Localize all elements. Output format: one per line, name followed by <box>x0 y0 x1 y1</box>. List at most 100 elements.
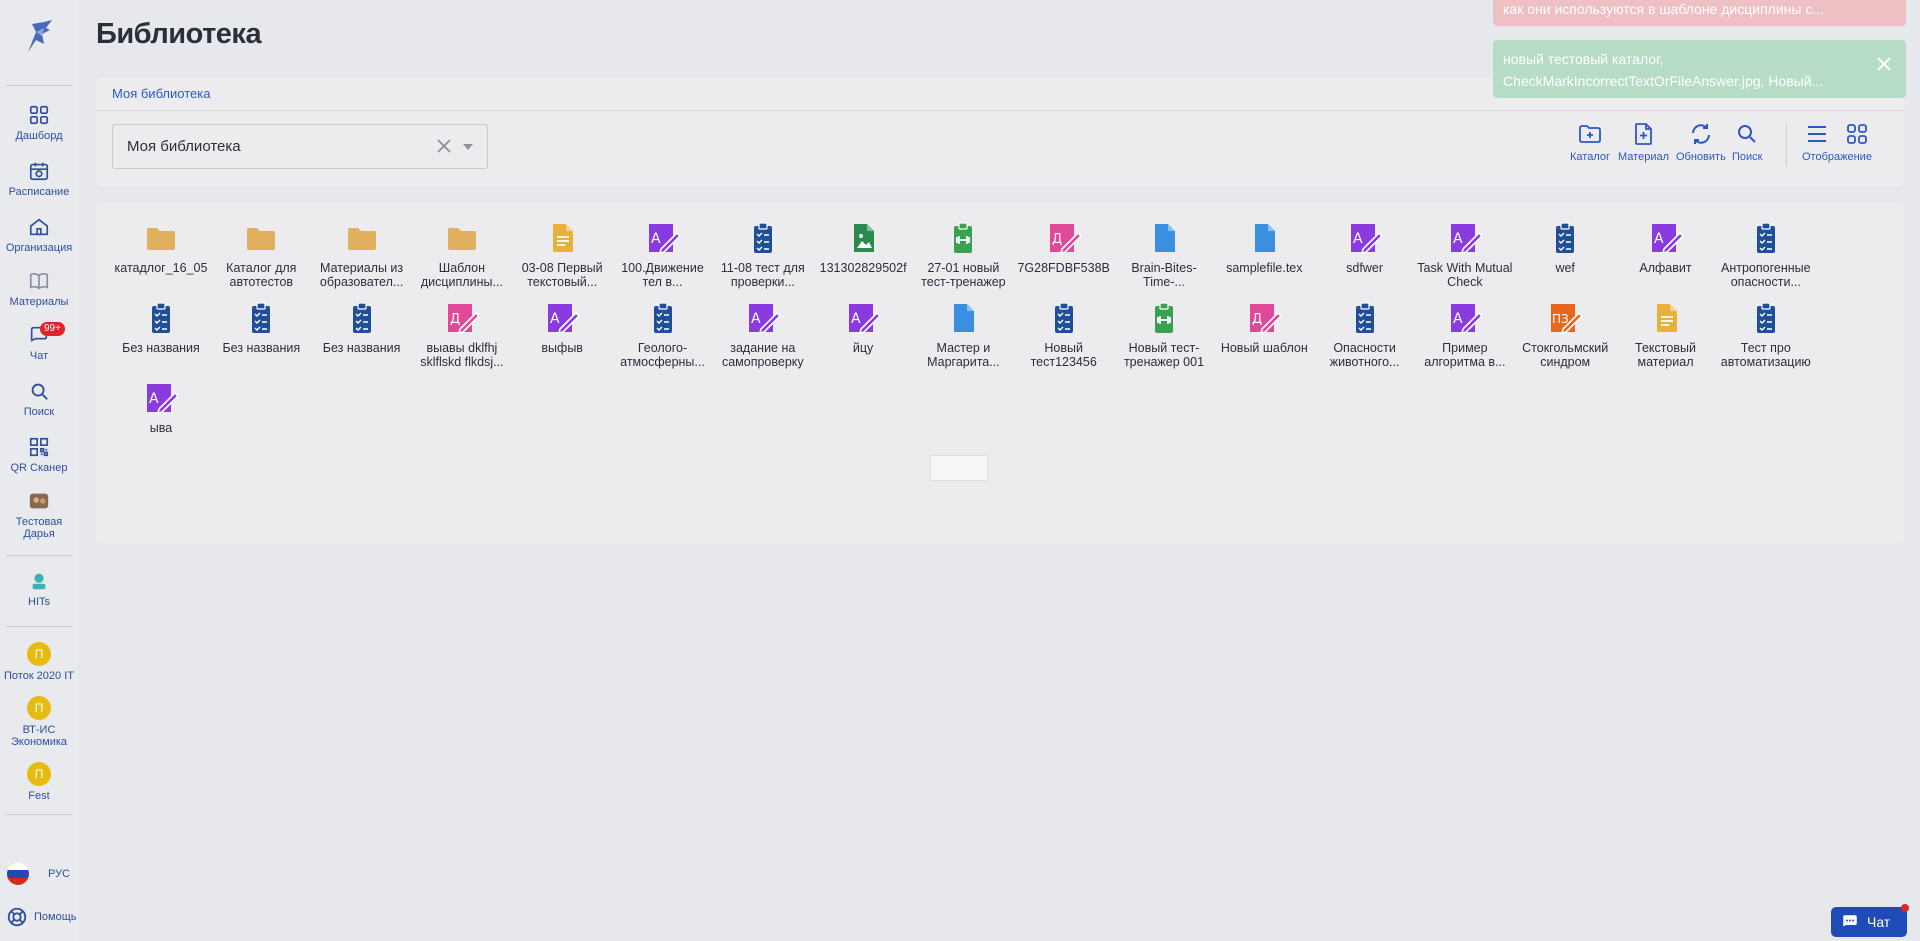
file-plus-icon <box>1634 123 1652 145</box>
sidebar-item-profile[interactable]: Тестовая Дарья <box>0 490 78 540</box>
sidebar-item-search[interactable]: Поиск <box>0 380 78 418</box>
library-item[interactable]: A ыва <box>111 381 211 435</box>
clear-icon[interactable] <box>435 137 453 155</box>
grid-view-icon[interactable] <box>1844 121 1870 147</box>
library-item[interactable]: Материалы из образовател... <box>312 221 412 289</box>
library-item-label: 100.Движение тел в... <box>621 261 704 289</box>
list-view-icon[interactable] <box>1804 121 1830 147</box>
test-clipboard-icon <box>653 302 672 333</box>
library-select[interactable]: Моя библиотека <box>112 124 488 169</box>
test-clipboard-icon <box>753 222 772 253</box>
sidebar-group-vt-is[interactable]: П ВТ-ИС Экономика <box>0 696 78 748</box>
view-toggle[interactable]: Отображение <box>1802 121 1872 163</box>
assignment-icon: A <box>1450 304 1482 335</box>
test-clipboard-icon <box>1756 222 1775 253</box>
sidebar-item-qr-scanner[interactable]: QR Сканер <box>0 436 78 474</box>
library-item[interactable]: катадлог_16_05 <box>111 221 211 275</box>
sidebar-item-label: Fest <box>28 790 50 802</box>
home-icon <box>29 218 49 236</box>
library-item[interactable]: Опасности животного... <box>1315 301 1415 369</box>
library-item[interactable]: A выфыв <box>512 301 612 355</box>
library-item[interactable]: A 100.Движение тел в... <box>613 221 713 289</box>
sidebar-group-fest[interactable]: П Fest <box>0 762 78 802</box>
library-item[interactable]: wef <box>1515 221 1615 275</box>
svg-text:Д: Д <box>450 312 460 327</box>
notification-dot <box>1901 904 1909 912</box>
assignment-icon: A <box>1450 224 1482 255</box>
chevron-down-icon[interactable] <box>463 144 473 150</box>
library-item[interactable]: Без названия <box>211 301 311 355</box>
language-switch[interactable]: РУС <box>6 862 70 886</box>
add-catalog-button[interactable]: Каталог <box>1570 121 1610 163</box>
library-item[interactable]: Мастер и Маргарита... <box>913 301 1013 369</box>
sidebar-item-organization[interactable]: Организация <box>0 216 78 254</box>
refresh-button[interactable]: Обновить <box>1676 121 1726 163</box>
library-item[interactable]: A Пример алгоритма в... <box>1415 301 1515 369</box>
sidebar-group-potok[interactable]: П Поток 2020 IT <box>0 642 78 682</box>
library-item[interactable]: 11-08 тест для проверки... <box>713 221 813 289</box>
divider <box>6 814 72 815</box>
library-item[interactable]: Антропогенные опасности... <box>1716 221 1816 289</box>
notification-toast[interactable]: новый тестовый каталог, CheckMarkIncorre… <box>1493 40 1906 98</box>
breadcrumb-item[interactable]: Моя библиотека <box>112 86 210 101</box>
library-item[interactable]: Д выавы dklfhj sklflskd flkdsj... <box>412 301 512 369</box>
library-item[interactable]: 27-01 новый тест-тренажер <box>913 221 1013 289</box>
library-item[interactable]: Каталог для автотестов <box>211 221 311 289</box>
sidebar-item-label: Чат <box>29 350 49 362</box>
library-item[interactable]: A йцу <box>813 301 913 355</box>
library-item[interactable]: Новый тест123456 <box>1014 301 1114 369</box>
search-button[interactable]: Поиск <box>1732 121 1762 163</box>
library-item-label: Шаблон дисциплины... <box>420 261 503 289</box>
sidebar-item-schedule[interactable]: Расписание <box>0 160 78 198</box>
close-icon[interactable] <box>1876 56 1892 72</box>
toast-text: как они используются в шаблоне дисциплин… <box>1503 1 1824 17</box>
sidebar-item-hits[interactable]: HITs <box>0 570 78 608</box>
library-item[interactable]: Д Новый шаблон <box>1214 301 1314 355</box>
library-item[interactable]: 131302829502f <box>813 221 913 275</box>
library-item[interactable]: Brain-Bites-Time-... <box>1114 221 1214 289</box>
sidebar-item-materials[interactable]: Материалы <box>0 270 78 308</box>
svg-text:A: A <box>1453 311 1463 327</box>
library-item[interactable]: A Алфавит <box>1616 221 1716 275</box>
folder-plus-icon <box>1579 125 1601 143</box>
library-item-label: выфыв <box>541 341 583 355</box>
folder-icon <box>447 228 476 250</box>
library-item-label: Мастер и Маргарита... <box>927 341 1000 369</box>
help-label: Помощь <box>34 911 77 923</box>
sidebar-item-label: HITs <box>28 596 50 608</box>
library-item[interactable]: Тест про автоматизацию <box>1716 301 1816 369</box>
library-item-label: ыва <box>149 421 173 435</box>
divider <box>1786 125 1787 167</box>
library-item[interactable]: Д 7G28FDBF538B <box>1014 221 1114 275</box>
library-item[interactable]: A Task With Mutual Check <box>1415 221 1515 289</box>
library-item-label: Тест про автоматизацию <box>1720 341 1811 369</box>
library-item[interactable]: samplefile.tex <box>1214 221 1314 275</box>
logo-icon[interactable] <box>22 18 56 56</box>
library-item-label: Опасности животного... <box>1329 341 1400 369</box>
library-item-label: выавы dklfhj sklflskd flkdsj... <box>420 341 504 369</box>
sidebar-item-chat[interactable]: 99+ Чат <box>0 322 78 362</box>
library-item[interactable]: A задание на самопроверку <box>713 301 813 369</box>
grid-icon <box>29 105 49 125</box>
library-item[interactable]: Текстовый материал <box>1616 301 1716 369</box>
chat-button[interactable]: Чат <box>1831 904 1909 937</box>
help-link[interactable]: Помощь <box>6 906 77 928</box>
library-item[interactable]: ПЗ Стокгольмский синдром <box>1515 301 1615 369</box>
sidebar-item-dashboard[interactable]: Дашборд <box>0 104 78 142</box>
library-item-label: задание на самопроверку <box>721 341 804 369</box>
library-item[interactable]: A sdfwer <box>1315 221 1415 275</box>
notification-toast[interactable]: как они используются в шаблоне дисциплин… <box>1493 0 1906 26</box>
library-item[interactable]: Без названия <box>111 301 211 355</box>
divider <box>6 85 72 86</box>
add-material-button[interactable]: Материал <box>1618 121 1669 163</box>
library-item[interactable]: Шаблон дисциплины... <box>412 221 512 289</box>
library-item[interactable]: Геолого-атмосферны... <box>613 301 713 369</box>
library-item[interactable]: 03-08 Первый текстовый... <box>512 221 612 289</box>
library-item[interactable]: Без названия <box>312 301 412 355</box>
library-item-label: Стокгольмский синдром <box>1522 341 1609 369</box>
library-item[interactable]: Новый тест-тренажер 001 <box>1114 301 1214 369</box>
svg-text:ПЗ: ПЗ <box>1552 312 1569 326</box>
library-item-label: Новый тест-тренажер 001 <box>1123 341 1205 369</box>
library-grid: катадлог_16_05 Каталог для автотестов Ма… <box>96 203 1904 544</box>
library-item-label: Новый тест123456 <box>1030 341 1097 369</box>
